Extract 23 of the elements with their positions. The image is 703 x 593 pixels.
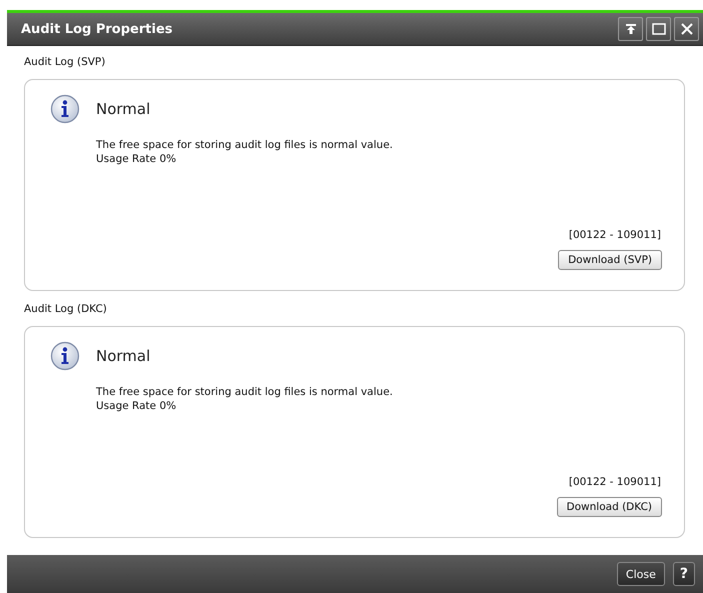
help-button[interactable]: ?: [672, 562, 695, 586]
download-button[interactable]: Download (SVP): [558, 250, 662, 270]
range-text: [00122 - 109011]: [568, 476, 661, 488]
maximize-button[interactable]: [646, 17, 671, 41]
close-dialog-button[interactable]: Close: [616, 562, 665, 586]
maximize-icon: [652, 23, 666, 35]
range-text: [00122 - 109011]: [568, 229, 661, 241]
info-icon: [50, 94, 80, 124]
message-text: The free space for storing audit log files is normal value.: [96, 385, 394, 399]
info-icon: [50, 341, 80, 371]
download-button[interactable]: Download (DKC): [556, 497, 662, 517]
status-text: Normal: [96, 347, 150, 365]
pin-icon: [624, 23, 636, 35]
usage-text: Usage Rate 0%: [96, 399, 178, 413]
close-button[interactable]: [674, 17, 699, 41]
pin-button[interactable]: [618, 17, 643, 41]
usage-text: Usage Rate 0%: [96, 152, 178, 166]
close-icon: [680, 23, 692, 35]
status-text: Normal: [96, 100, 150, 118]
section-label: Audit Log (SVP): [24, 56, 106, 70]
message-text: The free space for storing audit log files is normal value.: [96, 138, 394, 152]
section-label: Audit Log (DKC): [24, 303, 108, 317]
window-title: Audit Log Properties: [21, 22, 172, 36]
